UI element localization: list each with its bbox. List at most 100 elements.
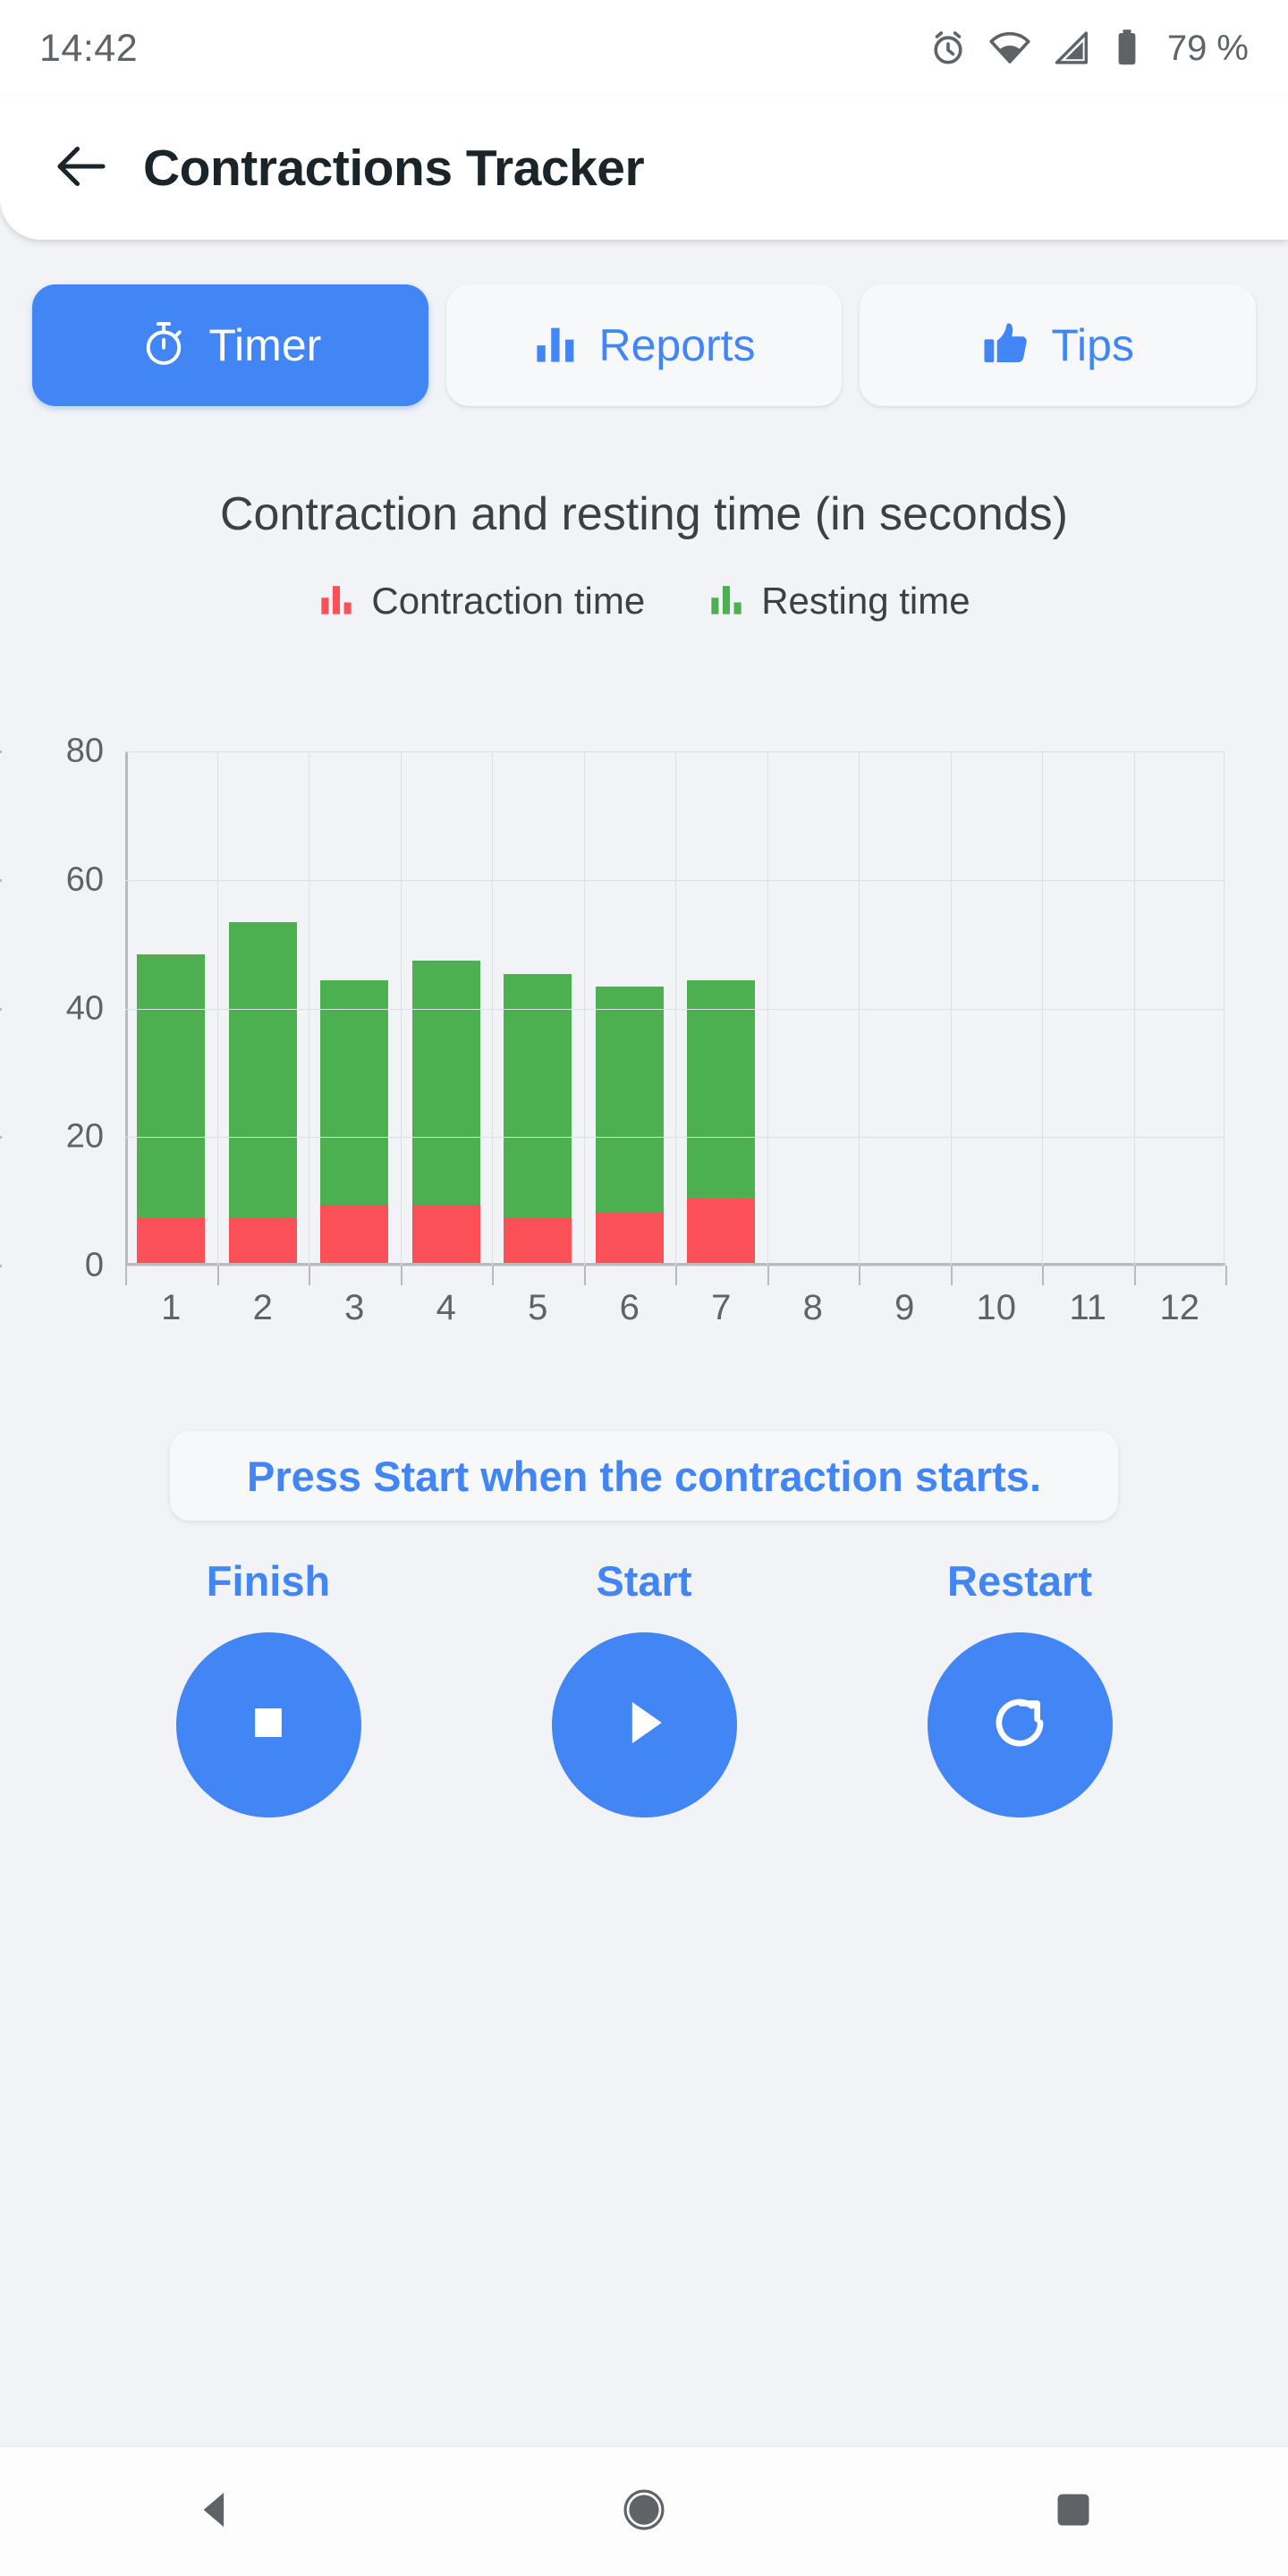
chart-y-tick-label: 60 bbox=[65, 860, 104, 899]
finish-button-label: Finish bbox=[206, 1557, 331, 1605]
battery-percent-label: 79 % bbox=[1166, 28, 1249, 68]
chart-x-tick bbox=[400, 1266, 402, 1285]
chart-bar-segment-contraction bbox=[228, 1217, 297, 1263]
thumbs-up-icon bbox=[981, 318, 1031, 373]
chart-x-tick-label: 5 bbox=[528, 1288, 548, 1327]
chart-bar bbox=[595, 986, 664, 1263]
stop-icon bbox=[239, 1693, 298, 1757]
chart-legend: Contraction time Resting time bbox=[0, 580, 1288, 623]
chart-bar-segment-contraction bbox=[137, 1217, 206, 1263]
chart-bar-segment-contraction bbox=[504, 1217, 572, 1263]
chart-x-tick-label: 9 bbox=[894, 1288, 915, 1327]
nav-home-icon bbox=[620, 2486, 668, 2538]
tab-reports-label: Reports bbox=[598, 320, 756, 370]
battery-icon bbox=[1112, 28, 1142, 69]
chart-x-tick bbox=[950, 1266, 953, 1285]
legend-bar-chart-red-icon bbox=[318, 580, 355, 623]
chart-bar bbox=[687, 979, 756, 1263]
chart-bar-segment-contraction bbox=[595, 1211, 664, 1263]
tab-tips[interactable]: Tips bbox=[860, 284, 1257, 406]
nav-home-button[interactable] bbox=[577, 2447, 711, 2576]
chart-x-tick-label: 8 bbox=[802, 1288, 823, 1327]
chart-title: Contraction and resting time (in seconds… bbox=[219, 488, 1068, 540]
back-arrow-icon bbox=[49, 134, 114, 203]
chart-vertical-gridline bbox=[400, 751, 402, 1266]
chart-y-tick-label: 0 bbox=[84, 1246, 104, 1284]
status-bar-clock: 14:42 bbox=[39, 26, 139, 70]
bar-chart-icon bbox=[532, 320, 579, 371]
chart-x-tick bbox=[675, 1266, 677, 1285]
chart-bar-segment-contraction bbox=[687, 1199, 756, 1263]
alarm-icon bbox=[928, 28, 969, 69]
chart-vertical-gridline bbox=[859, 751, 860, 1266]
chart-bar-segment-resting bbox=[411, 961, 480, 1206]
chart-x-tick bbox=[125, 1266, 127, 1285]
chart-bar-segment-contraction bbox=[411, 1205, 480, 1263]
chart-x-tick bbox=[767, 1266, 769, 1285]
chart-x-axis-labels: 1 2 3 4 5 6 7 8 9 10 11 12 bbox=[125, 1288, 1225, 1342]
legend-bar-chart-green-icon bbox=[708, 580, 745, 623]
chart-bar bbox=[228, 922, 297, 1263]
app-bar: Contractions Tracker bbox=[0, 97, 1288, 240]
chart-vertical-gridline bbox=[583, 751, 585, 1266]
restart-button-label: Restart bbox=[947, 1557, 1092, 1605]
chart-y-tick-label: 80 bbox=[65, 732, 104, 770]
status-bar: 14:42 79 % bbox=[0, 0, 1288, 97]
chart-plot-area: 0 20 40 60 80 1 2 3 4 5 6 7 8 9 10 11 12 bbox=[0, 716, 1288, 1327]
chart-x-tick-label: 10 bbox=[976, 1288, 1017, 1327]
chart-x-tick bbox=[1042, 1266, 1044, 1285]
refresh-icon bbox=[986, 1689, 1054, 1761]
tab-timer-label: Timer bbox=[208, 320, 322, 370]
legend-label-contraction: Contraction time bbox=[371, 580, 646, 622]
chart-y-tick bbox=[0, 1007, 2, 1011]
nav-back-button[interactable] bbox=[148, 2447, 282, 2576]
chart-vertical-gridline bbox=[675, 751, 676, 1266]
chart-x-tick-label: 4 bbox=[436, 1288, 456, 1327]
chart-bar-segment-resting bbox=[137, 954, 206, 1218]
chart-vertical-gridline bbox=[950, 751, 952, 1266]
chart-x-tick bbox=[309, 1266, 310, 1285]
chart-x-tick bbox=[583, 1266, 586, 1285]
chart-canvas bbox=[125, 751, 1225, 1267]
chart-x-tick bbox=[1225, 1266, 1227, 1285]
finish-button[interactable] bbox=[175, 1632, 361, 1818]
control-buttons: Finish Start Restart bbox=[0, 1556, 1288, 1818]
chart-x-tick-label: 11 bbox=[1069, 1288, 1107, 1327]
stopwatch-icon bbox=[139, 318, 189, 373]
chart-x-tick-label: 7 bbox=[711, 1288, 732, 1327]
restart-button[interactable] bbox=[927, 1632, 1113, 1818]
chart-bar-segment-resting bbox=[504, 973, 572, 1218]
chart-vertical-gridline bbox=[767, 751, 768, 1266]
chart-x-tick bbox=[859, 1266, 860, 1285]
instruction-card: Press Start when the contraction starts. bbox=[170, 1431, 1118, 1521]
back-button[interactable] bbox=[32, 119, 131, 217]
status-bar-icons: 79 % bbox=[928, 27, 1249, 70]
chart-bar-segment-resting bbox=[228, 922, 297, 1218]
chart-y-tick bbox=[0, 1265, 2, 1267]
play-icon bbox=[612, 1690, 676, 1759]
chart-bar bbox=[504, 973, 572, 1263]
nav-recents-button[interactable] bbox=[1006, 2447, 1140, 2576]
android-nav-bar bbox=[0, 2447, 1288, 2576]
chart-vertical-gridline bbox=[1133, 751, 1135, 1266]
chart-y-tick bbox=[0, 878, 2, 882]
restart-control[interactable]: Restart bbox=[927, 1556, 1113, 1818]
finish-control[interactable]: Finish bbox=[175, 1556, 361, 1818]
start-button[interactable] bbox=[551, 1632, 737, 1818]
tab-timer[interactable]: Timer bbox=[32, 284, 428, 406]
chart-bar bbox=[411, 961, 480, 1263]
signal-icon bbox=[1051, 28, 1092, 69]
instruction-text: Press Start when the contraction starts. bbox=[246, 1452, 1042, 1500]
start-control[interactable]: Start bbox=[551, 1556, 737, 1818]
legend-item-contraction: Contraction time bbox=[318, 580, 645, 623]
chart-y-tick bbox=[0, 1136, 2, 1140]
chart-x-tick bbox=[1133, 1266, 1136, 1285]
chart-y-axis-labels: 0 20 40 60 80 bbox=[0, 716, 116, 1284]
tab-tips-label: Tips bbox=[1051, 320, 1134, 370]
tab-reports[interactable]: Reports bbox=[445, 284, 843, 406]
page-title: Contractions Tracker bbox=[143, 140, 645, 197]
chart-y-tick-label: 40 bbox=[65, 989, 104, 1027]
legend-item-resting: Resting time bbox=[708, 580, 970, 623]
tab-bar: Timer Reports Tips bbox=[0, 284, 1288, 406]
chart-vertical-gridline bbox=[216, 751, 218, 1266]
